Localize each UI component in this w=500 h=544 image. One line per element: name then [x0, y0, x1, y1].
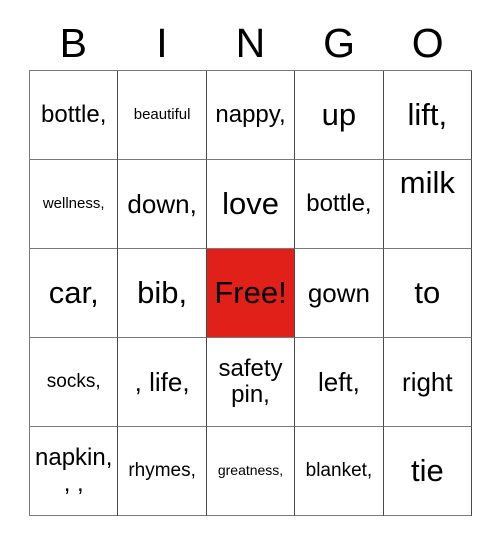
bingo-cell-label: greatness,: [217, 462, 284, 479]
bingo-cell[interactable]: bottle,: [295, 160, 384, 249]
bingo-cell[interactable]: left,: [295, 338, 384, 427]
bingo-cell-label: nappy,: [215, 101, 286, 129]
bingo-cell[interactable]: rhymes,: [118, 427, 207, 516]
bingo-cell[interactable]: bib,: [118, 249, 207, 338]
bingo-cell-label: , life,: [134, 366, 190, 397]
header-letter-g: G: [323, 19, 356, 66]
bingo-card: B I N G O bottle, beautiful nappy, up lift, w…: [0, 0, 500, 544]
bingo-cell-label: car,: [48, 275, 99, 311]
bingo-cell-label: socks,: [46, 370, 101, 392]
bingo-cell[interactable]: blanket,: [295, 427, 384, 516]
bingo-cell-label: bottle,: [306, 190, 372, 218]
bingo-cell-label: right: [402, 366, 453, 397]
header-letter-b: B: [59, 19, 87, 66]
bingo-row: socks, , life, safety pin, left, right: [30, 338, 473, 427]
bingo-cell-label: Free!: [214, 275, 287, 311]
bingo-cell[interactable]: socks,: [30, 338, 119, 427]
bingo-cell[interactable]: to: [383, 249, 473, 338]
bingo-free-space-cell[interactable]: Free!: [206, 249, 296, 338]
bingo-cell[interactable]: safety pin,: [206, 338, 296, 427]
bingo-cell-label: milk: [399, 165, 455, 200]
bingo-cell[interactable]: down,: [118, 160, 207, 249]
bingo-cell[interactable]: bottle,: [30, 71, 119, 160]
bingo-grid: bottle, beautiful nappy, up lift, wellness, do…: [29, 70, 473, 516]
bingo-cell-label: blanket,: [305, 459, 373, 481]
bingo-cell-label: napkin, , ,: [35, 444, 113, 497]
bingo-cell[interactable]: beautiful: [118, 71, 207, 160]
bingo-header-row: B I N G O: [29, 16, 472, 70]
bingo-row: bottle, beautiful nappy, up lift,: [30, 71, 473, 160]
bingo-cell-label: bottle,: [41, 101, 107, 129]
bingo-cell-label: bib,: [137, 275, 188, 311]
bingo-cell[interactable]: car,: [30, 249, 119, 338]
bingo-cell[interactable]: up: [295, 71, 384, 160]
header-letter-o: O: [411, 19, 444, 66]
bingo-cell-label: lift,: [407, 97, 448, 133]
bingo-cell-label: beautiful: [133, 105, 191, 123]
bingo-cell-label: rhymes,: [128, 459, 196, 481]
bingo-cell-label: wellness,: [42, 194, 105, 212]
bingo-row: wellness, down, love bottle, milk: [30, 160, 473, 249]
bingo-cell[interactable]: wellness,: [30, 160, 119, 249]
bingo-cell[interactable]: greatness,: [206, 427, 296, 516]
bingo-cell-label: up: [321, 97, 357, 133]
bingo-cell-label: down,: [127, 188, 197, 219]
header-letter-n: N: [235, 19, 266, 66]
bingo-cell[interactable]: nappy,: [206, 71, 296, 160]
bingo-cell[interactable]: milk: [383, 160, 473, 249]
bingo-cell-label: to: [414, 275, 441, 311]
bingo-cell[interactable]: tie: [383, 427, 473, 516]
bingo-cell-label: love: [222, 186, 279, 222]
bingo-cell[interactable]: right: [383, 338, 473, 427]
bingo-row: napkin, , , rhymes, greatness, blanket, tie: [30, 427, 473, 516]
bingo-cell[interactable]: love: [206, 160, 296, 249]
bingo-cell-label: tie: [410, 453, 444, 489]
bingo-cell[interactable]: lift,: [383, 71, 473, 160]
bingo-cell[interactable]: , life,: [118, 338, 207, 427]
bingo-cell-label: left,: [317, 366, 360, 397]
bingo-cell-label: safety pin,: [218, 355, 283, 408]
bingo-cell[interactable]: napkin, , ,: [30, 427, 119, 516]
header-letter-i: I: [156, 19, 168, 66]
bingo-cell[interactable]: gown: [295, 249, 384, 338]
bingo-cell-label: gown: [307, 277, 370, 308]
bingo-row: car, bib, Free! gown to: [30, 249, 473, 338]
